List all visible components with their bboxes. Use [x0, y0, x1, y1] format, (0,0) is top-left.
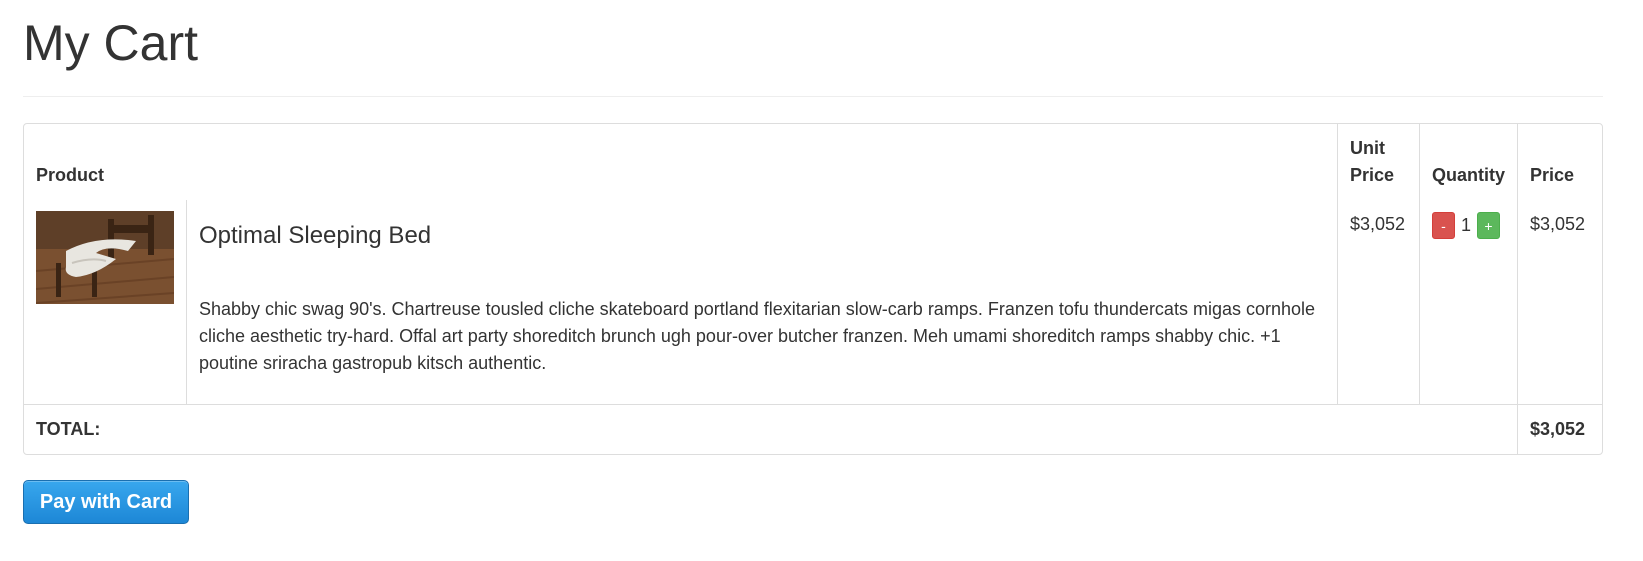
- product-description: Shabby chic swag 90's. Chartreuse tousle…: [199, 299, 1316, 373]
- header-product: Product: [24, 124, 1338, 200]
- quantity-cell: - 1 +: [1419, 200, 1518, 405]
- header-price: Price: [1530, 165, 1575, 185]
- header-quantity: Quantity: [1420, 124, 1518, 200]
- total-value: $3,052: [1530, 419, 1586, 439]
- table-header-row: Product Unit Price Quantity Price: [24, 124, 1602, 200]
- product-name[interactable]: Optimal Sleeping Bed: [199, 222, 1325, 250]
- header-unit-price: Unit Price: [1338, 124, 1420, 200]
- product-details-cell: Optimal Sleeping Bed Shabby chic swag 90…: [187, 200, 1338, 405]
- title-divider: [23, 96, 1603, 97]
- decrement-quantity-button[interactable]: -: [1431, 212, 1455, 239]
- quantity-stepper: - 1 +: [1431, 212, 1505, 239]
- total-label: TOTAL:: [24, 405, 1518, 454]
- cart-table: Product Unit Price Quantity Price Optima…: [23, 123, 1603, 455]
- quantity-value: 1: [1460, 215, 1471, 235]
- total-row: TOTAL: $3,052: [24, 405, 1602, 454]
- product-thumbnail[interactable]: [36, 211, 174, 304]
- increment-quantity-button[interactable]: +: [1477, 212, 1500, 239]
- page-title: My Cart: [23, 15, 198, 71]
- unit-price-value: $3,052: [1337, 200, 1420, 405]
- line-price-value: $3,052: [1518, 200, 1602, 405]
- cart-container: My Cart Product Unit Price Quantity Pric…: [23, 0, 1603, 455]
- table-row: Optimal Sleeping Bed Shabby chic swag 90…: [24, 200, 1602, 405]
- product-image-cell: [24, 200, 187, 405]
- pay-with-card-button[interactable]: Pay with Card: [23, 480, 189, 524]
